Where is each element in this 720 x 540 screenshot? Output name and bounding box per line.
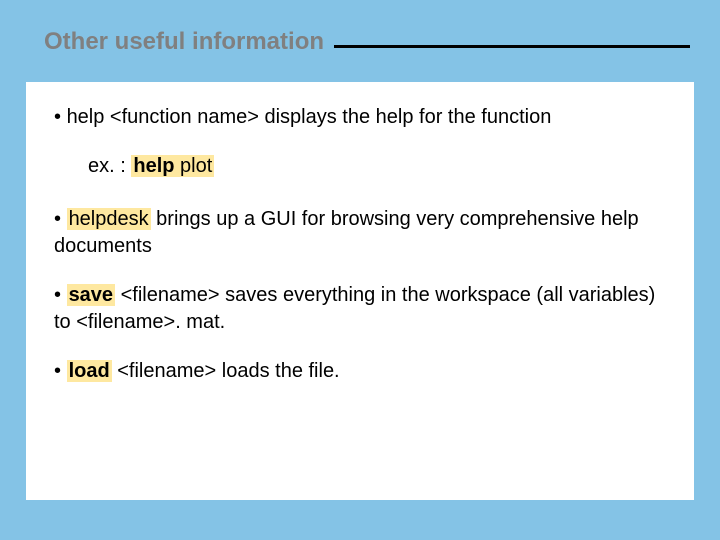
- example-cmd: help: [133, 155, 174, 177]
- example-line: ex. : help plot: [88, 153, 666, 180]
- example-arg: plot: [174, 155, 212, 177]
- example-highlight: help plot: [131, 155, 214, 177]
- bullet-prefix: •: [54, 106, 67, 128]
- save-arg: <filename>: [115, 284, 225, 306]
- load-rest: loads the file.: [222, 360, 340, 382]
- bullet-prefix: •: [54, 360, 67, 382]
- bullet-load: • load <filename> loads the file.: [54, 358, 666, 385]
- bullet-help: • help <function name> displays the help…: [54, 104, 666, 131]
- slide-title: Other useful information: [44, 28, 324, 56]
- save-command: save: [67, 284, 116, 306]
- title-underline: [334, 45, 690, 48]
- load-command: load: [67, 360, 112, 382]
- bullet-prefix: •: [54, 208, 67, 230]
- help-command: help: [67, 106, 105, 128]
- load-arg: <filename>: [112, 360, 222, 382]
- help-arg: <function name>: [104, 106, 264, 128]
- bullet-prefix: •: [54, 284, 67, 306]
- bullet-save: • save <filename> saves everything in th…: [54, 282, 666, 336]
- help-rest: displays the help for the function: [264, 106, 551, 128]
- slide-body: • help <function name> displays the help…: [26, 82, 694, 500]
- example-prefix: ex. :: [88, 155, 131, 177]
- slide: Other useful information • help <functio…: [0, 0, 720, 540]
- bullet-helpdesk: • helpdesk brings up a GUI for browsing …: [54, 206, 666, 260]
- title-row: Other useful information: [44, 28, 690, 56]
- helpdesk-command: helpdesk: [67, 208, 151, 230]
